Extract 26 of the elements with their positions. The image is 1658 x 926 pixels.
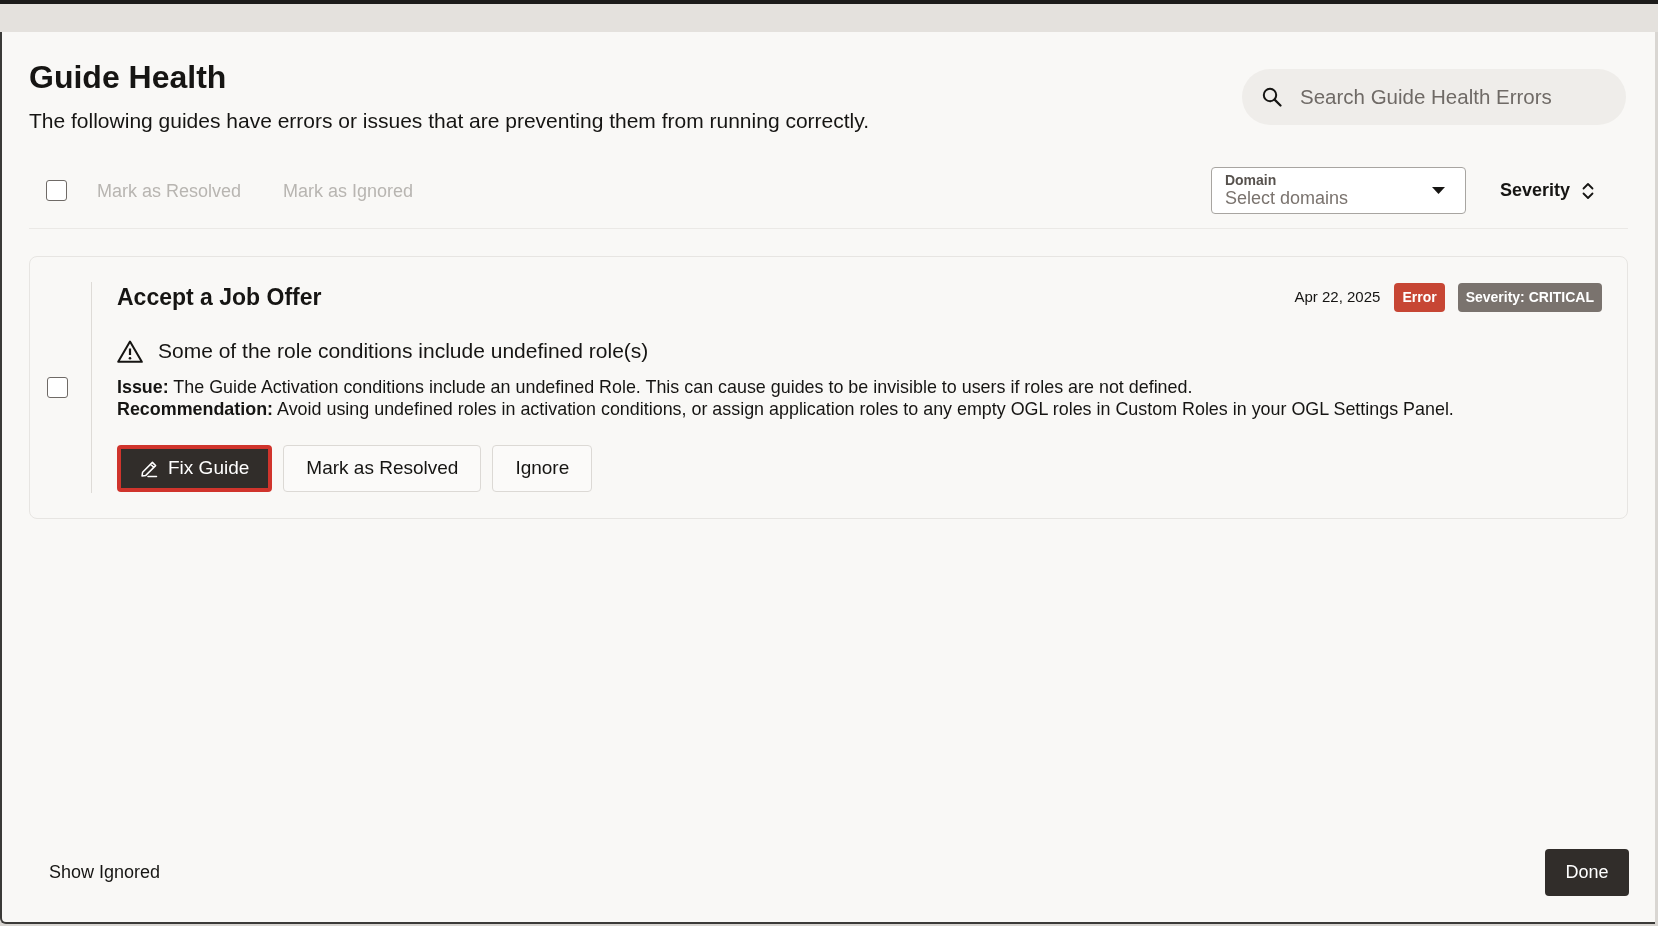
search-field[interactable]: Search Guide Health Errors [1242,69,1626,125]
issue-detail-text: Recommendation: Avoid using undefined roles in activation conditions, or assign application roles to any empty OGL roles in Custom Roles in your OGL Settings Panel. [117,398,1455,420]
dialog-description: The following guides have errors or issues that are preventing them from running correctly. [29,108,869,134]
pencil-icon [140,459,158,478]
show-ignored-link[interactable]: Show Ignored [49,859,161,886]
date-text: Apr 22, 2025 [1294,286,1381,307]
select-placeholder: Select domains [1224,188,1349,209]
issue-summary: Some of the role conditions include undefined role(s) [158,338,649,364]
caret-icon [1431,187,1445,194]
issue-detail-text: Issue: The Guide Activation conditions include an undefined Role. This can cause guides to be invisible to users if roles are not defined. [117,376,1194,398]
action-button[interactable]: Ignore [492,445,593,492]
domain-select[interactable]: Domain Select domains [1210,167,1466,214]
warning-icon [117,339,143,363]
search-icon [1262,87,1282,107]
status-badge: Severity: CRITICAL [1457,282,1602,312]
action-button[interactable]: Mark as Resolved [283,445,482,492]
sort-button[interactable]: Severity [1499,177,1594,204]
fix-guide-button[interactable]: Fix Guide [117,445,273,492]
done-button[interactable]: Done [1545,849,1629,896]
sort-icon [1582,181,1594,200]
checkbox[interactable] [46,180,67,201]
guide-title: Accept a Job Offer [117,283,322,312]
dialog-title: Guide Health [29,58,228,96]
checkbox[interactable] [47,377,68,398]
field-label: Domain [1224,172,1278,188]
status-badge: Error [1394,282,1445,312]
